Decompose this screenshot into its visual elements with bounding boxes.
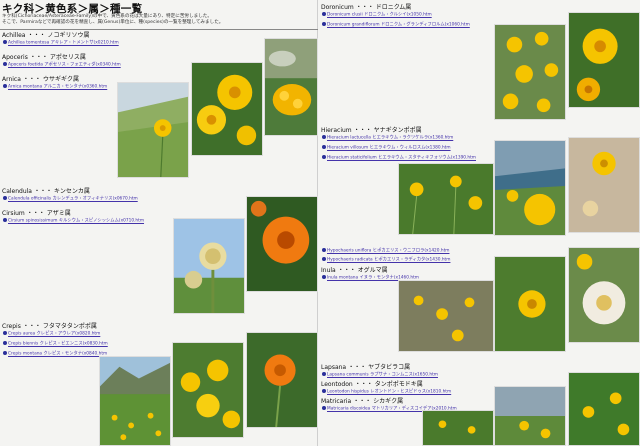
photo-inula-montana-2[interactable] — [494, 256, 566, 352]
species-link-lapsana-communis[interactable]: Lapsana communis ラプサナ・コンムニス(x1650.htm — [322, 372, 438, 378]
photo-inula-seedhead[interactable] — [568, 247, 640, 343]
photo-cirsium-spinosissimum[interactable] — [173, 218, 245, 314]
genus-japanese: ノコギリソウ属 — [47, 32, 90, 39]
species-link-hieracium-lactucella[interactable]: Hieracium lactucella ヒエラキウム・ラクツケルラ(x1360… — [322, 135, 453, 141]
species-link-crepis-montana[interactable]: Crepis montana クレピス・モンタナ(x0840.htm — [3, 351, 107, 357]
bullet-icon — [322, 248, 326, 252]
photo-lapsana-communis[interactable] — [422, 410, 494, 446]
divider — [0, 29, 318, 30]
bullet-icon — [3, 218, 7, 222]
genus-heading-matricaria: Matricaria ・・・ シカギク属 — [321, 398, 404, 405]
intro-text: キク科(Cichoriaceae/Asteraceae-Family)の中で、黄… — [2, 14, 252, 26]
species-link-hieracium-staticifolium[interactable]: Hieracium staticifolium ヒエラキウム・スタティキフォリウ… — [322, 155, 476, 161]
genus-heading-hieracium: Hieracium ・・・ ヤナギタンポポ属 — [321, 127, 422, 134]
species-link-cirsium-spinosissimum[interactable]: Cirsium spinosissimum キルシウム・スピノシッシムム(x07… — [3, 218, 144, 224]
species-link-hieracium-villosum[interactable]: Hieracium villosum ヒエラキウム・ウィルロスム(x1380.h… — [322, 145, 451, 151]
photo-arnica-closeup[interactable] — [191, 62, 263, 156]
bullet-icon — [322, 389, 326, 393]
species-link-hypochaeris-uniflora[interactable]: Hypochaeris uniflora ヒポカエリス・ウニフロラ(x1420.… — [322, 248, 449, 254]
bullet-icon — [322, 372, 326, 376]
photo-crepis-montana[interactable] — [246, 332, 318, 428]
species-link-doronicum-grandiflorum[interactable]: Doronicum grandiflorum ドロニクム・グランディフロルム(x… — [322, 22, 470, 28]
species-link-hypochaeris-radicata[interactable]: Hypochaeris radicata ヒポカエリス・ラディカタ(x1430.… — [322, 257, 450, 263]
genus-latin: Achillea — [2, 32, 26, 39]
photo-achillea-tomentosa[interactable] — [264, 38, 318, 136]
photo-inula-montana-1[interactable] — [398, 280, 494, 352]
genus-heading-calendula: Calendula ・・・ キンセンカ属 — [2, 188, 90, 195]
genus-heading-apoceris: Apoceris ・・・ アポセリス属 — [2, 54, 86, 61]
bullet-icon — [3, 62, 7, 66]
photo-matricaria-discoidea[interactable] — [568, 372, 640, 446]
intro-line-2: そこで、Parmiraなどで再確認の花を精査し、属(Genus)単位に、種(sp… — [2, 20, 224, 25]
bullet-icon — [3, 40, 7, 44]
photo-leontodon-hispidus[interactable] — [494, 386, 566, 446]
species-link-crepis-aurea[interactable]: Crepis aurea クレピス・アウレア(x0820.htm — [3, 331, 100, 337]
species-link-crepis-biennis[interactable]: Crepis biennis クレピス・ビエンニス(x0830.htm — [3, 341, 108, 347]
bullet-icon — [322, 22, 326, 26]
species-link-arnica-montana[interactable]: Arnica montana アルニカ・モンタナ(x0360.htm — [3, 84, 107, 90]
left-column: キク科＞黄色系＞属＞種一覧 キク科(Cichoriaceae/Asteracea… — [0, 0, 318, 446]
genus-heading-cirsium: Cirsium ・・・ アザミ属 — [2, 210, 71, 217]
photo-hieracium-villosum[interactable] — [494, 140, 566, 236]
genus-heading-lapsana: Lapsana ・・・ ヤブタビラコ属 — [321, 364, 411, 371]
photo-doronicum-clusii[interactable] — [494, 24, 566, 120]
photo-doronicum-grandiflorum[interactable] — [568, 12, 640, 108]
photo-calendula-officinalis[interactable] — [246, 196, 318, 292]
right-column: Doronicum ・・・ ドロニクム属 Doronicum clusii ドロニク… — [319, 0, 640, 446]
bullet-icon — [322, 135, 326, 139]
photo-arnica-meadow[interactable] — [117, 82, 189, 178]
photo-crepis-meadow[interactable] — [99, 356, 171, 446]
genus-heading-leontodon: Leontodon ・・・ タンポポモドキ属 — [321, 381, 423, 388]
bullet-icon — [322, 257, 326, 261]
genus-heading-achillea: Achillea ・・・ ノコギリソウ属 — [2, 32, 90, 39]
bullet-icon — [322, 145, 326, 149]
genus-heading-arnica: Arnica ・・・ ウサギギク属 — [2, 76, 79, 83]
species-link-leontodon-hispidus[interactable]: Leontodon hispidus レオントドン・ヒスピドゥス(x1810.h… — [322, 389, 451, 395]
genus-heading-doronicum: Doronicum ・・・ ドロニクム属 — [321, 4, 412, 11]
bullet-icon — [3, 84, 7, 88]
species-link-doronicum-clusii[interactable]: Doronicum clusii ドロニクム・クルシイ(x1050.htm — [322, 12, 432, 18]
species-link-achillea-tomentosa[interactable]: Achillea tomentosa アキレア・トメントサ(x0210.htm — [3, 40, 119, 46]
bullet-icon — [3, 196, 7, 200]
genus-heading-crepis: Crepis ・・・ フタマタタンポポ属 — [2, 323, 97, 330]
bullet-icon — [322, 12, 326, 16]
bullet-icon — [322, 155, 326, 159]
bullet-icon — [3, 341, 7, 345]
bullet-icon — [3, 351, 7, 355]
photo-hieracium-lactucella[interactable] — [398, 163, 494, 235]
bullet-icon — [322, 275, 326, 279]
genus-heading-inula: Inula ・・・ オグルマ属 — [321, 267, 388, 274]
photo-crepis-aurea[interactable] — [172, 342, 244, 438]
species-link-apoceris-foetida[interactable]: Apoceris foetida アポセリス・フォエティダ(x0340.htm — [3, 62, 121, 68]
bullet-icon — [3, 331, 7, 335]
species-link-calendula-officinalis[interactable]: Calendula officinalis カレンデュラ・オフィキナリス(x06… — [3, 196, 138, 202]
photo-hieracium-staticifolium[interactable] — [568, 137, 640, 233]
bullet-icon — [322, 406, 326, 410]
